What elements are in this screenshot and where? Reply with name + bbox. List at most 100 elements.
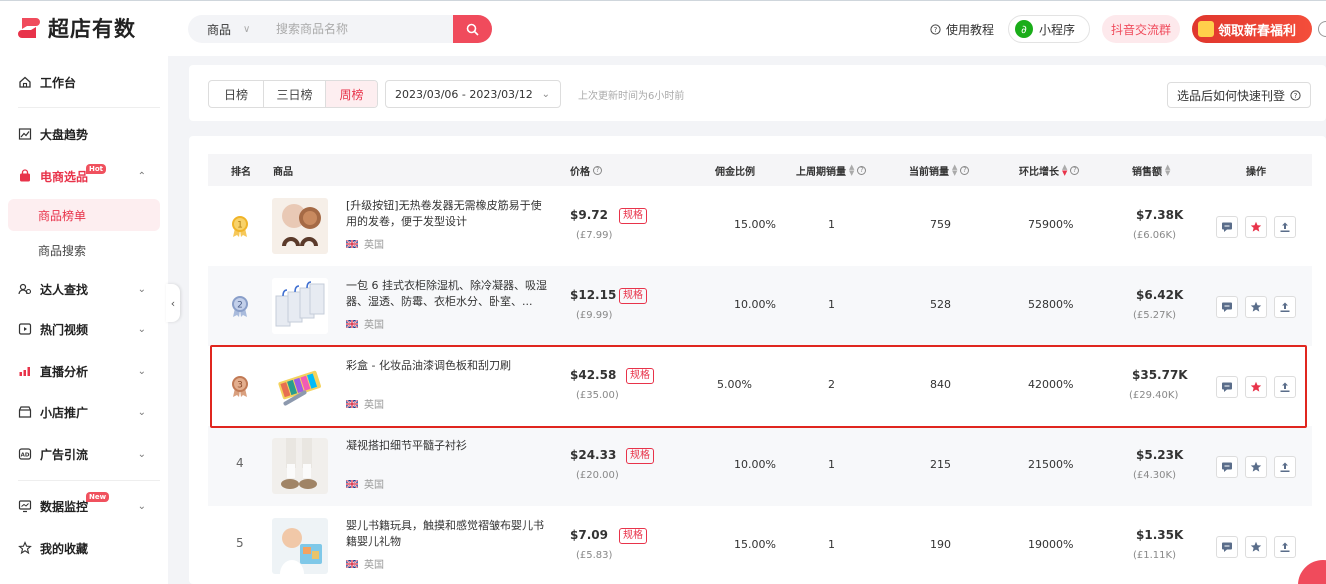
product-name[interactable]: 婴儿书籍玩具，触摸和感觉褶皱布婴儿书籍婴儿礼物 [346,518,551,550]
chat-icon [1222,462,1232,472]
sidebar-item-influencer-search[interactable]: 达人查找 ⌄ [18,271,160,307]
svg-text:1: 1 [237,221,243,231]
table-row[interactable]: 1 [升级按钮]无热卷发器无需橡皮筋易于使用的发卷，便于发型设计 英国 $9.7… [208,186,1312,266]
sidebar-item-data-monitor[interactable]: 数据监控 New ⌄ [18,488,160,524]
spec-tag[interactable]: 规格 [626,448,654,464]
spec-tag[interactable]: 规格 [619,528,647,544]
search-button[interactable] [453,15,492,43]
sidebar-item-product-search[interactable]: 商品搜索 [8,234,160,266]
table-row[interactable]: 2 一包 6 挂式衣柜除湿机、除冷凝器、吸湿器、湿透、防霉、衣柜水分、卧室、..… [208,266,1312,346]
product-name[interactable]: [升级按钮]无热卷发器无需橡皮筋易于使用的发卷，便于发型设计 [346,198,551,230]
current-sales: 528 [930,298,951,311]
product-image[interactable] [272,438,328,494]
price-local: (£7.99) [576,230,613,241]
product-name[interactable]: 一包 6 挂式衣柜除湿机、除冷凝器、吸湿器、湿透、防霉、衣柜水分、卧室、... [346,278,551,310]
commission-rate: 5.00% [717,378,752,391]
header-growth-label: 环比增长 [1019,166,1059,178]
app-logo[interactable]: 超店有数 [16,13,136,43]
sidebar-item-hot-videos[interactable]: 热门视频 ⌄ [18,311,160,347]
sidebar-item-live-analysis[interactable]: 直播分析 ⌄ [18,353,160,389]
sidebar-item-market-trend[interactable]: 大盘趋势 [18,116,160,152]
header-prev-sales[interactable]: 上周期销量 ▲ ▼ ? [796,154,867,186]
growth-rate: 19000% [1028,538,1074,551]
tab-daily[interactable]: 日榜 [209,81,264,107]
tab-three-day[interactable]: 三日榜 [264,81,326,107]
tab-weekly[interactable]: 周榜 [326,81,377,107]
detail-button[interactable] [1216,216,1238,238]
detail-button[interactable] [1216,456,1238,478]
chevron-down-icon: ⌄ [137,500,146,512]
sidebar-item-label: 工作台 [40,75,77,90]
product-name[interactable]: 凝视搭扣细节平髓子衬衫 [346,438,551,454]
douyin-group-button[interactable]: 抖音交流群 [1102,15,1180,43]
product-image[interactable] [272,198,328,254]
sidebar-collapse-button[interactable]: ‹ [166,284,180,322]
favorite-button[interactable] [1245,216,1267,238]
table-row[interactable]: 4 凝视搭扣细节平髓子衬衫 英国 $24.33 规格 (£20.00) 10.0… [208,426,1312,506]
sidebar-item-ad-traffic[interactable]: AD 广告引流 ⌄ [18,436,160,472]
sidebar-item-workbench[interactable]: 工作台 [18,64,160,100]
product-image[interactable] [272,358,328,414]
rank-number: 5 [236,536,244,550]
tutorial-link[interactable]: ? 使用教程 [930,21,994,38]
period-tabs: 日榜 三日榜 周榜 [208,80,378,108]
star-filled-icon [1250,381,1262,392]
favorite-button[interactable] [1245,536,1267,558]
date-range-picker[interactable]: 2023/03/06 - 2023/03/12 ⌄ [385,80,561,108]
help-icon: ? [1070,165,1080,175]
detail-button[interactable] [1216,536,1238,558]
spec-tag[interactable]: 规格 [626,368,654,384]
publish-button[interactable] [1274,456,1296,478]
header-revenue[interactable]: 销售额 ▲ ▼ [1132,154,1170,186]
chat-icon [1222,382,1232,392]
sidebar-item-shop-promotion[interactable]: 小店推广 ⌄ [18,394,160,430]
howto-listing-button[interactable]: 选品后如何快速刊登 ? [1167,82,1311,108]
favorite-button[interactable] [1245,456,1267,478]
sidebar-item-my-favorites[interactable]: 我的收藏 [18,530,160,566]
row-actions [1216,376,1296,398]
sidebar-item-product-ranking[interactable]: 商品榜单 [8,199,160,231]
svg-text:?: ? [934,26,938,34]
live-icon [18,364,32,378]
spec-tag[interactable]: 规格 [619,288,647,304]
table-row[interactable]: 5 婴儿书籍玩具，触摸和感觉褶皱布婴儿书籍婴儿礼物 英国 $7.09 规格 (£… [208,506,1312,584]
upload-icon [1280,542,1290,552]
prev-period-sales: 1 [828,538,835,551]
favorite-button[interactable] [1245,376,1267,398]
sort-icon: ▲ ▼ [849,163,855,177]
product-region: 英国 [346,476,384,491]
header-growth[interactable]: 环比增长 ▲ ▼ ? [1019,154,1080,186]
publish-button[interactable] [1274,536,1296,558]
publish-button[interactable] [1274,216,1296,238]
product-image[interactable] [272,278,328,334]
avatar[interactable] [1318,21,1326,37]
star-icon [1250,541,1262,552]
product-image[interactable] [272,518,328,574]
product-name[interactable]: 彩盒 - 化妆品油漆调色板和刮刀刷 [346,358,551,374]
header-current-sales[interactable]: 当前销量 ▲ ▼ ? [909,154,970,186]
promo-button[interactable]: 领取新春福利 [1192,15,1312,43]
search-category-select[interactable]: 商品 ∨ [188,21,258,38]
publish-button[interactable] [1274,296,1296,318]
region-label: 英国 [364,400,384,411]
revenue: $7.38K [1136,208,1184,222]
table-row[interactable]: 3 彩盒 - 化妆品油漆调色板和刮刀刷 英国 $42.58 规格 (£35.00… [208,346,1312,426]
chevron-up-icon: ⌃ [137,170,146,182]
favorite-button[interactable] [1245,296,1267,318]
detail-button[interactable] [1216,376,1238,398]
sidebar-item-product-selection[interactable]: 电商选品 Hot ⌃ [18,158,160,194]
search-input[interactable] [276,22,466,36]
logo-icon [18,18,40,38]
header-price[interactable]: 价格 ? [570,154,602,186]
publish-button[interactable] [1274,376,1296,398]
row-actions [1216,456,1296,478]
mini-program-button[interactable]: ∂ 小程序 [1008,15,1090,43]
chat-icon [1222,222,1232,232]
sort-icon: ▲ ▼ [952,163,958,177]
detail-button[interactable] [1216,296,1238,318]
spec-tag[interactable]: 规格 [619,208,647,224]
search-category-label: 商品 [207,22,232,37]
price: $9.72 [570,208,608,222]
uk-flag-icon [346,559,358,568]
bronze-medal-icon: 3 [232,376,248,397]
